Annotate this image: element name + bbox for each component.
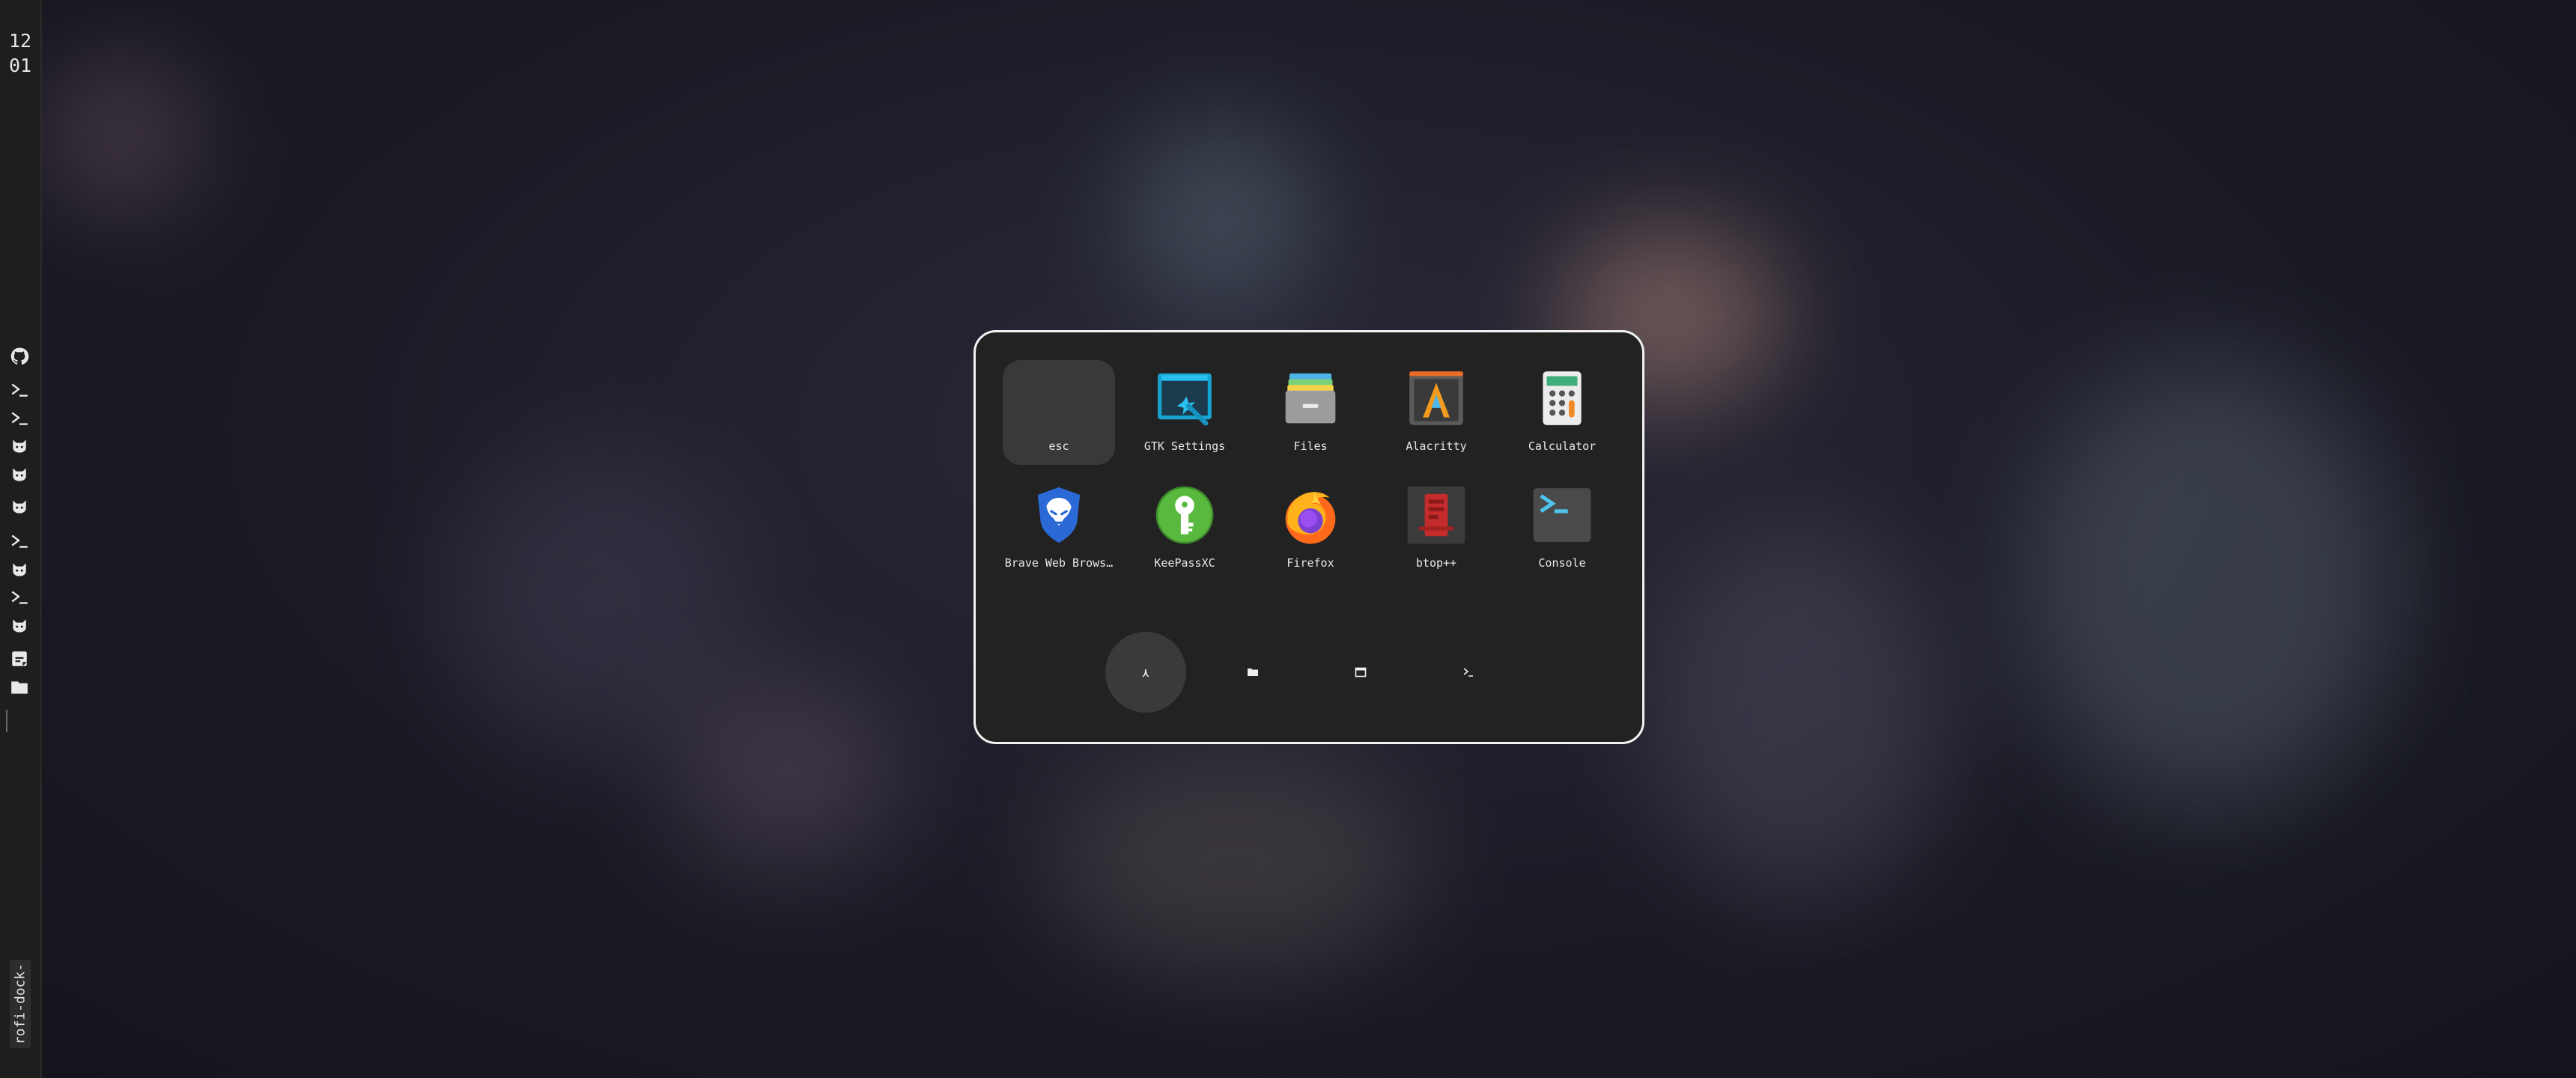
launcher-window: esc GTK Settings Files Alacritty Calcula… xyxy=(973,330,1644,744)
bar-divider xyxy=(6,710,7,732)
app-item-files[interactable]: Files xyxy=(1254,360,1367,465)
app-label: Alacritty xyxy=(1406,439,1467,453)
app-item-firefox[interactable]: Firefox xyxy=(1254,477,1367,582)
notes-icon[interactable] xyxy=(7,648,31,670)
clock: 12 01 xyxy=(9,28,31,78)
workspace-label[interactable]: rofi-dock- xyxy=(10,960,31,1048)
apps-mode-button[interactable]: ⋏ xyxy=(1105,632,1186,713)
app-item-keepassxc[interactable]: KeePassXC xyxy=(1128,477,1241,582)
keepassxc-icon xyxy=(1154,484,1215,546)
app-label: Brave Web Brows… xyxy=(1004,556,1114,570)
folder-icon xyxy=(1248,669,1258,676)
app-label: KeePassXC xyxy=(1154,556,1215,570)
side-bar: 12 01 rofi-dock- xyxy=(0,0,42,1078)
terminal-icon xyxy=(1463,668,1473,677)
window-icon xyxy=(1355,667,1367,677)
terminal-icon[interactable] xyxy=(7,530,31,552)
app-item-console[interactable]: Console xyxy=(1506,477,1618,582)
app-item-alacritty[interactable]: Alacritty xyxy=(1380,360,1492,465)
terminal-icon[interactable] xyxy=(7,586,31,609)
app-label: btop++ xyxy=(1415,556,1457,570)
app-item-calculator[interactable]: Calculator xyxy=(1506,360,1618,465)
cat-icon[interactable] xyxy=(7,615,31,637)
files-mode-button[interactable] xyxy=(1212,632,1293,713)
terminal-icon[interactable] xyxy=(7,407,31,430)
app-item-btop[interactable]: btop++ xyxy=(1380,477,1492,582)
app-label: Calculator xyxy=(1528,439,1597,453)
app-item-esc[interactable]: esc xyxy=(1003,360,1115,465)
apps-mode-glyph: ⋏ xyxy=(1142,665,1149,680)
files-icon xyxy=(1280,368,1341,429)
app-label: Files xyxy=(1293,439,1328,453)
firefox-icon xyxy=(1280,484,1341,546)
btop-icon xyxy=(1406,484,1467,546)
cat-icon[interactable] xyxy=(7,558,31,581)
app-label: esc xyxy=(1048,439,1069,453)
clock-minutes: 01 xyxy=(9,55,32,76)
app-item-gtk-settings[interactable]: GTK Settings xyxy=(1128,360,1241,465)
github-icon[interactable] xyxy=(7,345,31,368)
alacritty-icon xyxy=(1406,368,1467,429)
terminal-icon[interactable] xyxy=(7,379,31,401)
app-label: Firefox xyxy=(1287,556,1334,570)
app-label: Console xyxy=(1538,556,1586,570)
clock-hours: 12 xyxy=(9,30,32,52)
brave-icon xyxy=(1028,484,1090,546)
cat-icon[interactable] xyxy=(7,435,31,457)
app-item-brave[interactable]: Brave Web Brows… xyxy=(1003,477,1115,582)
cat-icon[interactable] xyxy=(7,496,31,518)
workspace-label-text: rofi-dock- xyxy=(12,963,28,1045)
console-icon xyxy=(1531,484,1593,546)
folder-icon[interactable] xyxy=(7,676,31,698)
gtk-settings-icon xyxy=(1154,368,1215,429)
app-label: GTK Settings xyxy=(1143,439,1226,453)
run-mode-button[interactable] xyxy=(1428,632,1509,713)
calculator-icon xyxy=(1531,368,1593,429)
window-mode-button[interactable] xyxy=(1320,632,1401,713)
cat-icon[interactable] xyxy=(7,463,31,486)
